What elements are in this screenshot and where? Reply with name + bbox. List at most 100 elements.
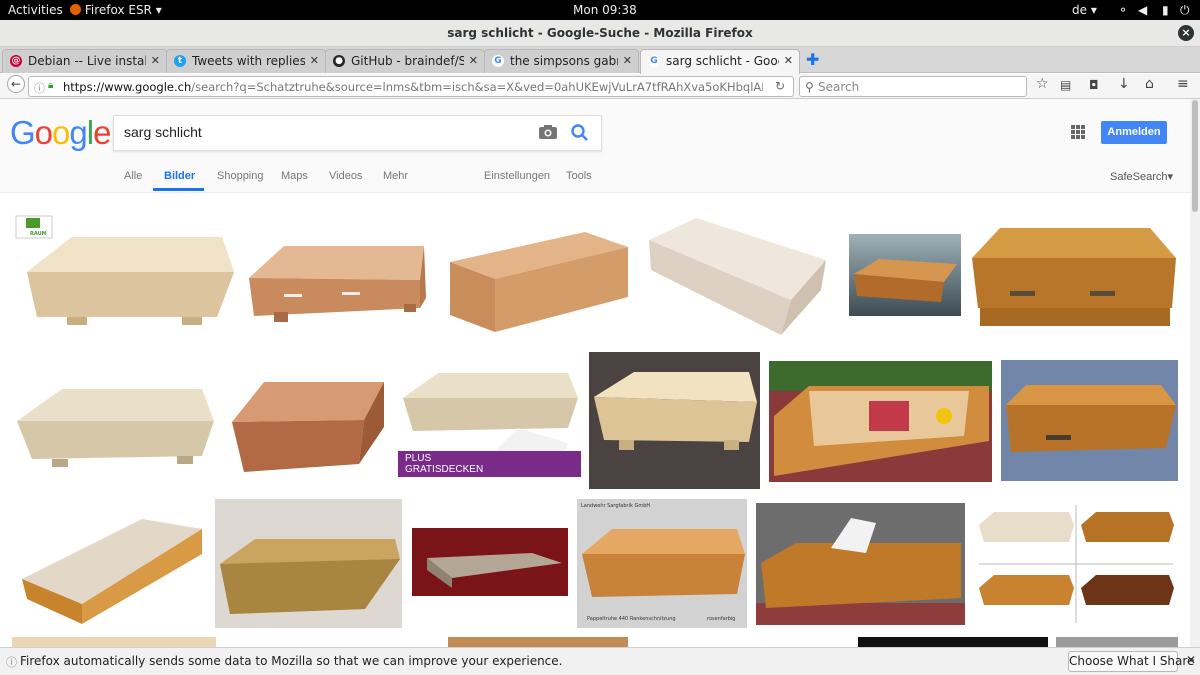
tab-github[interactable]: ● GitHub - braindef/Shri... ✕ xyxy=(325,49,485,73)
close-tab-icon[interactable]: ✕ xyxy=(784,50,793,72)
settings-link[interactable]: Einstellungen xyxy=(484,170,550,182)
close-icon[interactable]: ✕ xyxy=(1186,653,1196,667)
image-result[interactable] xyxy=(440,207,632,339)
github-icon: ● xyxy=(333,55,345,67)
tab-videos[interactable]: Videos xyxy=(329,170,362,182)
close-tab-icon[interactable]: ✕ xyxy=(469,50,478,72)
query-box xyxy=(113,115,602,151)
info-icon[interactable]: ⓘ xyxy=(34,80,45,96)
tab-sarg-schlicht[interactable]: G sarg schlicht - Google... ✕ xyxy=(640,49,800,74)
url-host: https://www.google.ch xyxy=(63,80,192,94)
image-result[interactable]: Landwehr Sargfabrik GmbH Pappeltruhe 440… xyxy=(577,499,747,628)
camera-icon[interactable] xyxy=(539,125,557,139)
navigation-toolbar: ← ⓘ 🔒︎ https://www.google.ch/search?q=Sc… xyxy=(0,74,1200,99)
chevron-down-icon: ▾ xyxy=(1167,171,1174,183)
image-result[interactable] xyxy=(970,213,1178,338)
image-result[interactable] xyxy=(756,503,965,625)
image-result[interactable] xyxy=(12,637,216,647)
image-result[interactable] xyxy=(12,499,205,628)
home-icon[interactable]: ⌂ xyxy=(1145,76,1154,92)
info-icon: ⓘ xyxy=(6,656,17,669)
tab-maps[interactable]: Maps xyxy=(281,170,308,182)
image-result[interactable] xyxy=(412,528,568,596)
tab-shopping[interactable]: Shopping xyxy=(217,170,264,182)
network-icon[interactable]: ⚬ xyxy=(1118,3,1128,17)
debian-icon: @ xyxy=(10,55,22,67)
new-tab-icon[interactable]: ✚ xyxy=(806,50,819,69)
close-tab-icon[interactable]: ✕ xyxy=(151,50,160,72)
promo-overlay-line-1: PLUS xyxy=(405,453,432,464)
search-input[interactable] xyxy=(124,124,504,140)
tab-debian[interactable]: @ Debian -- Live install i... ✕ xyxy=(2,49,167,73)
product-colour: rosenfarbig xyxy=(707,616,736,622)
search-icon: ⚲ xyxy=(805,80,814,94)
image-result[interactable] xyxy=(224,352,388,489)
close-tab-icon[interactable]: ✕ xyxy=(623,50,632,72)
keyboard-layout[interactable]: de ▾ xyxy=(1072,3,1097,17)
image-result[interactable] xyxy=(244,208,430,342)
tab-label: GitHub - braindef/Shri... xyxy=(351,54,464,68)
google-icon: G xyxy=(648,55,660,67)
close-window-button[interactable]: × xyxy=(1178,25,1194,41)
tab-label: sarg schlicht - Google... xyxy=(666,54,779,68)
bookmark-star-icon[interactable]: ☆ xyxy=(1036,76,1049,92)
image-result[interactable] xyxy=(1056,637,1178,647)
reading-list-icon[interactable]: ▤ xyxy=(1060,78,1071,92)
app-menu[interactable]: Firefox ESR ▾ xyxy=(70,3,162,17)
image-result[interactable] xyxy=(448,637,628,647)
tab-label: Debian -- Live install i... xyxy=(28,54,146,68)
twitter-icon: t xyxy=(174,55,186,67)
safesearch-label: SafeSearch xyxy=(1110,171,1168,183)
reload-icon[interactable]: ↻ xyxy=(775,79,785,93)
image-result[interactable]: PLUS GRATISDECKEN xyxy=(398,353,581,477)
url-path: /search?q=Schatztruhe&source=lnms&tbm=is… xyxy=(191,80,763,94)
safesearch-menu[interactable]: SafeSearch▾ xyxy=(1110,170,1173,183)
tab-mehr[interactable]: Mehr xyxy=(383,170,408,182)
search-icon[interactable] xyxy=(570,123,590,143)
activities-button[interactable]: Activities xyxy=(8,3,63,17)
battery-icon[interactable]: ▮ xyxy=(1162,3,1169,17)
tab-alle[interactable]: Alle xyxy=(124,170,142,182)
pocket-icon[interactable]: ◘ xyxy=(1089,78,1099,92)
image-result[interactable] xyxy=(215,499,402,628)
logo-letter: g xyxy=(69,114,87,151)
close-tab-icon[interactable]: ✕ xyxy=(310,50,319,72)
logo-letter: o xyxy=(34,114,53,151)
image-result[interactable] xyxy=(589,352,760,489)
choose-what-i-share-button[interactable]: Choose What I Share xyxy=(1068,651,1194,672)
tab-bilder[interactable]: Bilder xyxy=(164,170,195,182)
tab-label: the simpsons gabriel ... xyxy=(510,54,618,68)
apps-grid-icon[interactable] xyxy=(1071,125,1085,139)
scrollbar-thumb[interactable] xyxy=(1192,100,1198,212)
active-tab-indicator xyxy=(153,188,204,191)
image-result[interactable] xyxy=(974,500,1178,628)
sign-in-button[interactable]: Anmelden xyxy=(1101,121,1167,144)
tab-simpsons[interactable]: G the simpsons gabriel ... ✕ xyxy=(484,49,639,73)
download-icon[interactable]: ↓ xyxy=(1118,76,1130,92)
google-icon: G xyxy=(492,55,504,67)
image-result[interactable]: RAUM xyxy=(12,212,235,338)
hamburger-menu-icon[interactable]: ≡ xyxy=(1177,76,1189,92)
image-result[interactable] xyxy=(858,637,1048,647)
data-reporting-notification: ⓘ Firefox automatically sends some data … xyxy=(0,647,1200,675)
clock[interactable]: Mon 09:38 xyxy=(573,3,637,17)
volume-icon[interactable]: ◀ xyxy=(1138,3,1147,17)
logo-letter: o xyxy=(52,114,70,151)
notification-message: Firefox automatically sends some data to… xyxy=(20,654,563,668)
tools-link[interactable]: Tools xyxy=(566,170,592,182)
tab-twitter[interactable]: t Tweets with replies b... ✕ xyxy=(166,49,326,73)
tab-label: Tweets with replies b... xyxy=(192,54,305,68)
image-result[interactable] xyxy=(1001,360,1178,481)
image-result[interactable] xyxy=(769,361,992,482)
power-icon[interactable]: ⏻ xyxy=(1180,3,1190,18)
image-result[interactable] xyxy=(849,234,961,316)
google-logo[interactable]: Google xyxy=(10,114,111,152)
image-result[interactable] xyxy=(641,210,839,341)
url-bar[interactable]: ⓘ 🔒︎ https://www.google.ch/search?q=Scha… xyxy=(28,76,794,97)
chevron-down-icon: ▾ xyxy=(1090,3,1097,17)
lock-icon[interactable]: 🔒︎ xyxy=(48,80,53,91)
search-bar[interactable]: ⚲ Search xyxy=(799,76,1027,97)
back-button[interactable]: ← xyxy=(7,75,25,93)
google-header: Google Anmelden Alle Bilder Shopping Map… xyxy=(0,99,1190,193)
image-result[interactable] xyxy=(12,351,215,491)
